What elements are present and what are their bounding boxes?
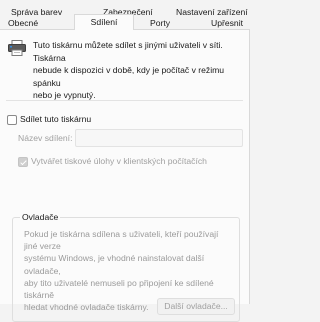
tab-sharing[interactable]: Sdílení xyxy=(74,14,134,31)
share-name-label: Název sdílení: xyxy=(18,133,73,143)
drivers-description-line: systému Windows, je vhodné nainstalovat … xyxy=(24,253,205,276)
share-printer-checkbox[interactable] xyxy=(7,115,17,125)
tab-general[interactable]: Obecné xyxy=(8,18,38,29)
tab-device-settings[interactable]: Nastavení zařízení xyxy=(176,7,248,18)
render-jobs-checkbox[interactable] xyxy=(18,157,28,167)
additional-drivers-button[interactable]: Další ovladače... xyxy=(157,298,235,315)
sharing-info-line: nebude k dispozici v době, kdy je počíta… xyxy=(33,65,225,88)
share-name-input[interactable] xyxy=(75,129,243,147)
sharing-info-line: Tuto tiskárnu můžete sdílet s jinými uži… xyxy=(33,40,223,63)
drivers-group-title: Ovladače xyxy=(20,212,61,223)
share-printer-label[interactable]: Sdílet tuto tiskárnu xyxy=(20,114,91,124)
drivers-group: Ovladače Pokud je tiskárna sdílena s uži… xyxy=(12,212,240,322)
sharing-info-text: Tuto tiskárnu můžete sdílet s jinými uži… xyxy=(33,39,243,102)
tab-manage-colors[interactable]: Správa barev xyxy=(11,7,62,18)
printer-icon xyxy=(8,40,26,56)
tab-bar: Správa barev Zabezpečení Nastavení zaříz… xyxy=(0,0,250,31)
tab-ports[interactable]: Porty xyxy=(150,18,170,29)
tab-advanced[interactable]: Upřesnit xyxy=(211,18,243,29)
sharing-panel: Tuto tiskárnu můžete sdílet s jinými uži… xyxy=(0,30,250,322)
section-divider xyxy=(6,100,243,101)
render-jobs-label[interactable]: Vytvářet tiskové úlohy v klientských poč… xyxy=(31,156,207,166)
drivers-description-line: Pokud je tiskárna sdílena s uživateli, k… xyxy=(24,229,219,252)
